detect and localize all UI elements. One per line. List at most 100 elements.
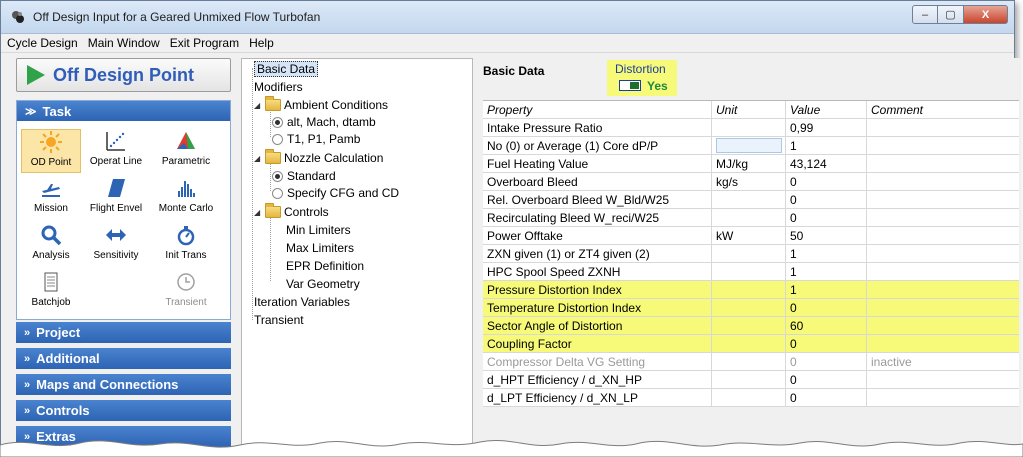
task-section-header[interactable]: ≫ Task bbox=[17, 101, 230, 121]
table-row[interactable]: HPC Spool Speed ZXNH 1 bbox=[483, 263, 1019, 281]
cell-value[interactable]: 0 bbox=[786, 353, 867, 370]
table-row[interactable]: Coupling Factor 0 bbox=[483, 335, 1019, 353]
tree-item-transient[interactable]: Transient bbox=[254, 311, 304, 329]
task-label: Operat Line bbox=[89, 156, 143, 167]
cell-property: Intake Pressure Ratio bbox=[483, 119, 712, 136]
tree-item-ambient-conditions[interactable]: ◢ Ambient Conditions bbox=[254, 96, 388, 114]
clock-icon bbox=[174, 270, 198, 294]
tree-radio-standard[interactable]: Standard bbox=[272, 167, 336, 185]
unit-edit-field[interactable] bbox=[716, 138, 782, 153]
task-mission[interactable]: Mission bbox=[21, 176, 81, 220]
operating-line-icon bbox=[104, 129, 128, 153]
cell-value[interactable]: 0 bbox=[786, 371, 867, 388]
cell-value[interactable]: 1 bbox=[786, 263, 867, 280]
off-design-point-button[interactable]: Off Design Point bbox=[16, 58, 231, 92]
table-row[interactable]: Intake Pressure Ratio 0,99 bbox=[483, 119, 1019, 137]
tree-item-epr-definition[interactable]: EPR Definition bbox=[286, 257, 364, 275]
tree-item-modifiers[interactable]: Modifiers bbox=[254, 78, 303, 96]
cell-value[interactable]: 1 bbox=[786, 281, 867, 298]
task-parametric[interactable]: Parametric bbox=[151, 129, 221, 173]
task-batchjob[interactable]: Batchjob bbox=[21, 270, 81, 314]
table-row[interactable]: ZXN given (1) or ZT4 given (2) 1 bbox=[483, 245, 1019, 263]
cell-comment bbox=[867, 119, 1019, 136]
minimize-button[interactable]: – bbox=[912, 5, 938, 24]
menu-help[interactable]: Help bbox=[249, 36, 274, 50]
expand-arrow-icon[interactable]: ◢ bbox=[254, 154, 262, 163]
table-row[interactable]: Recirculating Bleed W_reci/W25 0 bbox=[483, 209, 1019, 227]
cell-property: Temperature Distortion Index bbox=[483, 299, 712, 316]
menu-exit-program[interactable]: Exit Program bbox=[170, 36, 239, 50]
cell-value[interactable]: 1 bbox=[786, 245, 867, 262]
cell-value[interactable]: 1 bbox=[786, 137, 867, 154]
tree-item-var-geometry[interactable]: Var Geometry bbox=[286, 275, 360, 293]
table-row[interactable]: Compressor Delta VG Setting 0 inactive bbox=[483, 353, 1019, 371]
column-header-value[interactable]: Value bbox=[786, 101, 867, 118]
table-row[interactable]: Rel. Overboard Bleed W_Bld/W25 0 bbox=[483, 191, 1019, 209]
table-row[interactable]: Overboard Bleed kg/s 0 bbox=[483, 173, 1019, 191]
task-label: Batchjob bbox=[31, 297, 71, 308]
cell-property: ZXN given (1) or ZT4 given (2) bbox=[483, 245, 712, 262]
table-row[interactable]: d_LPT Efficiency / d_XN_LP 0 bbox=[483, 389, 1019, 407]
cell-value[interactable]: 0 bbox=[786, 389, 867, 406]
section-controls[interactable]: » Controls bbox=[16, 400, 231, 421]
table-row[interactable]: d_HPT Efficiency / d_XN_HP 0 bbox=[483, 371, 1019, 389]
tree-item-nozzle-calculation[interactable]: ◢ Nozzle Calculation bbox=[254, 149, 383, 167]
title-bar[interactable]: Off Design Input for a Geared Unmixed Fl… bbox=[1, 1, 1014, 34]
task-sensitivity[interactable]: Sensitivity bbox=[81, 223, 151, 267]
tree-item-iteration-variables[interactable]: Iteration Variables bbox=[254, 293, 350, 311]
table-row[interactable]: Power Offtake kW 50 bbox=[483, 227, 1019, 245]
cell-value[interactable]: 0 bbox=[786, 173, 867, 190]
tree-item-max-limiters[interactable]: Max Limiters bbox=[286, 239, 354, 257]
cell-value[interactable]: 0 bbox=[786, 299, 867, 316]
close-button[interactable]: X bbox=[964, 5, 1008, 24]
radio-selected-icon[interactable] bbox=[272, 170, 283, 182]
tree-item-basic-data[interactable]: Basic Data bbox=[254, 60, 319, 78]
cell-value[interactable]: 0 bbox=[786, 335, 867, 352]
tree-item-controls[interactable]: ◢ Controls bbox=[254, 203, 329, 221]
section-additional[interactable]: » Additional bbox=[16, 348, 231, 369]
expand-arrow-icon[interactable]: ◢ bbox=[254, 101, 262, 110]
expand-arrow-icon[interactable]: ◢ bbox=[254, 208, 262, 217]
menu-main-window[interactable]: Main Window bbox=[88, 36, 160, 50]
tree-radio-alt-mach[interactable]: alt, Mach, dtamb bbox=[272, 113, 376, 131]
distortion-label: Distortion bbox=[615, 62, 666, 76]
tree-item-min-limiters[interactable]: Min Limiters bbox=[286, 221, 351, 239]
radio-selected-icon[interactable] bbox=[272, 116, 283, 128]
table-row[interactable]: Temperature Distortion Index 0 bbox=[483, 299, 1019, 317]
menu-cycle-design[interactable]: Cycle Design bbox=[7, 36, 78, 50]
cell-value[interactable]: 50 bbox=[786, 227, 867, 244]
cell-value[interactable]: 0 bbox=[786, 209, 867, 226]
table-header: Property Unit Value Comment bbox=[483, 101, 1019, 119]
table-row[interactable]: Pressure Distortion Index 1 bbox=[483, 281, 1019, 299]
table-row[interactable]: No (0) or Average (1) Core dP/P 1 bbox=[483, 137, 1019, 155]
cell-value[interactable]: 0 bbox=[786, 191, 867, 208]
task-init-trans[interactable]: Init Trans bbox=[151, 223, 221, 267]
task-od-point[interactable]: OD Point bbox=[21, 129, 81, 173]
tree-radio-specify-cfg[interactable]: Specify CFG and CD bbox=[272, 184, 399, 202]
distortion-toggle[interactable] bbox=[619, 80, 641, 91]
tree-radio-t1-p1[interactable]: T1, P1, Pamb bbox=[272, 130, 360, 148]
cell-unit bbox=[712, 371, 786, 388]
task-operat-line[interactable]: Operat Line bbox=[81, 129, 151, 173]
tree-label: Basic Data bbox=[254, 61, 319, 77]
radio-icon[interactable] bbox=[272, 187, 283, 199]
column-header-comment[interactable]: Comment bbox=[867, 101, 1019, 118]
column-header-unit[interactable]: Unit bbox=[712, 101, 786, 118]
cell-value[interactable]: 60 bbox=[786, 317, 867, 334]
task-monte-carlo[interactable]: Monte Carlo bbox=[151, 176, 221, 220]
section-maps-and-connections[interactable]: » Maps and Connections bbox=[16, 374, 231, 395]
radio-icon[interactable] bbox=[272, 133, 283, 145]
table-row[interactable]: Sector Angle of Distortion 60 bbox=[483, 317, 1019, 335]
task-analysis[interactable]: Analysis bbox=[21, 223, 81, 267]
distortion-toggle-group[interactable]: Distortion Yes bbox=[607, 60, 677, 96]
maximize-button[interactable]: ▢ bbox=[938, 5, 964, 24]
section-label: Maps and Connections bbox=[36, 377, 179, 392]
section-project[interactable]: » Project bbox=[16, 322, 231, 343]
cell-value[interactable]: 43,124 bbox=[786, 155, 867, 172]
table-row[interactable]: Fuel Heating Value MJ/kg 43,124 bbox=[483, 155, 1019, 173]
cell-comment bbox=[867, 173, 1019, 190]
cell-unit bbox=[712, 191, 786, 208]
task-flight-envel[interactable]: Flight Envel bbox=[81, 176, 151, 220]
cell-value[interactable]: 0,99 bbox=[786, 119, 867, 136]
column-header-property[interactable]: Property bbox=[483, 101, 712, 118]
